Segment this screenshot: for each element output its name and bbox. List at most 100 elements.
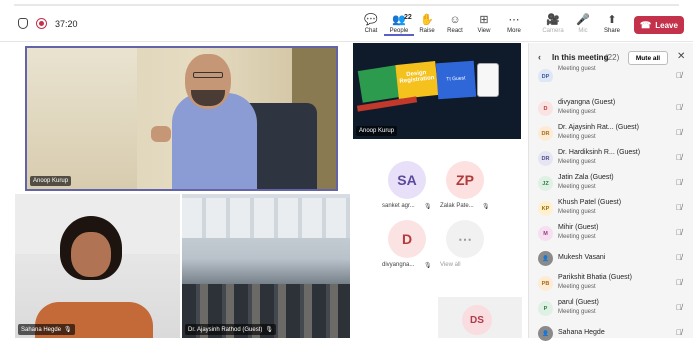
participant-name: Mukesh Vasani [558, 254, 606, 261]
mic-off-icon: 🎙 [424, 263, 432, 269]
window-top-strip [0, 0, 693, 10]
mic-off-icon: 🎙̸ [676, 278, 682, 287]
main-speaker-nametag: Anoop Kurup [30, 176, 72, 186]
participant-row[interactable]: M Mihir (Guest) Meeting guest 🎙̸ [529, 221, 693, 246]
participant-row[interactable]: PB Parikshit Bhatia (Guest) Meeting guest 🎙… [529, 271, 693, 296]
back-chevron-icon[interactable]: ‹ [538, 52, 541, 62]
shared-screen-tile[interactable]: Design Registration Tt Guest Anoop Kurup [353, 43, 521, 139]
bottom-participant-tile[interactable]: DS [438, 297, 522, 338]
mic-off-icon: 🎙 [424, 204, 432, 210]
meeting-toolbar: 37:20 💬 Chat 👥 22 People ✋ Raise ☺ React ⊞ View ⋯ Mo… [0, 10, 693, 42]
people-count-badge: 22 [404, 14, 412, 21]
participant-name: Khush Patel (Guest) [558, 199, 622, 206]
participant-row[interactable]: DP Meeting guest 🎙̸ [529, 64, 693, 82]
toolbar-people-button[interactable]: 👥 22 People [384, 13, 414, 36]
ajaysinh-nametag: Dr. Ajaysinh Rathod (Guest) 🎙 [185, 324, 276, 335]
participant-avatar: KP [538, 201, 553, 216]
slide-card-guest: Tt Guest [435, 60, 477, 100]
raise-hand-icon: ✋ [420, 14, 434, 26]
participant-count: (22) [605, 53, 620, 62]
toolbar-react-button[interactable]: ☺ React [440, 13, 470, 34]
participant-avatar: PB [538, 276, 553, 291]
participant-row[interactable]: DR Dr. Hardiksinh R... (Guest) Meeting gue… [529, 146, 693, 171]
close-icon[interactable]: ✕ [677, 51, 685, 62]
mic-off-icon: 🎙̸ [676, 228, 682, 237]
participant-name: Jatin Zala (Guest) [558, 174, 614, 181]
view-all-button[interactable]: ⋯ [446, 220, 484, 258]
shared-screen-nametag: Anoop Kurup [356, 126, 398, 136]
mic-off-icon: 🎙̸ [676, 203, 682, 212]
shield-icon [18, 18, 28, 29]
participant-avatar: DR [538, 126, 553, 141]
person-icon: 👤 [538, 326, 553, 341]
toolbar-mic-label: Mic [578, 28, 588, 34]
toolbar-chat-label: Chat [364, 28, 378, 34]
mic-off-icon: 🎙̸ [676, 128, 682, 137]
toolbar-view-label: View [477, 28, 491, 34]
sahana-hegde-video[interactable]: Sahana Hegde 🎙 [15, 194, 180, 338]
participants-panel: ‹ In this meeting (22) Mute all ✕ DP Meet… [528, 43, 693, 341]
meeting-stage: Anoop Kurup Design Registration Tt Guest… [0, 43, 525, 338]
toolbar-raise-button[interactable]: ✋ Raise [412, 13, 442, 34]
participant-name: Dr. Ajaysinh Rat... (Guest) [558, 124, 639, 131]
view-icon: ⊞ [479, 14, 489, 26]
participant-avatar[interactable]: D [388, 220, 426, 258]
toolbar-raise-label: Raise [419, 28, 435, 34]
toolbar-more-button[interactable]: ⋯ More [499, 13, 529, 34]
main-speaker-video[interactable]: Anoop Kurup [25, 46, 338, 191]
participant-avatar[interactable]: ZP [446, 161, 484, 199]
more-icon: ⋯ [508, 14, 520, 26]
participant-name: divyangna (Guest) [558, 99, 616, 106]
phone-hangup-icon: ☎ [640, 19, 652, 30]
participant-avatar: DR [538, 151, 553, 166]
participant-role: Meeting guest [558, 284, 596, 290]
participant-role: Meeting guest [558, 66, 596, 72]
mic-off-icon: 🎙̸ [676, 303, 682, 312]
panel-title: In this meeting [552, 53, 609, 62]
mic-off-icon: 🎙̸ [676, 328, 682, 337]
participant-name: Dr. Hardiksinh R... (Guest) [558, 149, 641, 156]
participant-role: Meeting guest [558, 134, 596, 140]
participant-name: Sahana Hegde [558, 329, 605, 336]
mute-all-button[interactable]: Mute all [628, 51, 668, 65]
participant-row[interactable]: Pparul (Guest) Meeting guest 🎙̸ [529, 296, 693, 321]
mic-off-icon: 🎙̸ [676, 253, 682, 262]
chat-icon: 💬 [364, 14, 378, 26]
main-speaker-name: Anoop Kurup [33, 178, 69, 184]
participant-row[interactable]: 👤 Sahana Hegde 🎙̸ [529, 321, 693, 346]
toolbar-chat-button[interactable]: 💬 Chat [356, 13, 386, 34]
participant-avatar[interactable]: SA [388, 161, 426, 199]
participant-row[interactable]: KP Khush Patel (Guest) Meeting guest 🎙̸ [529, 196, 693, 221]
leave-button[interactable]: ☎ Leave [634, 16, 684, 34]
participant-role: Meeting guest [558, 109, 596, 115]
toolbar-camera-button[interactable]: 🎥 Camera [538, 13, 568, 34]
mic-off-icon: 🎙 [482, 204, 490, 210]
toolbar-camera-label: Camera [542, 28, 564, 34]
participant-avatar-label: sanket agr... [382, 203, 415, 209]
participant-row[interactable]: DR Dr. Ajaysinh Rat... (Guest) Meeting gue… [529, 121, 693, 146]
toolbar-mic-button[interactable]: 🎤 Mic [568, 13, 598, 34]
person-icon: 👤 [538, 251, 553, 266]
toolbar-more-label: More [507, 28, 521, 34]
participant-avatar: DP [538, 69, 553, 82]
ajaysinh-rathod-video[interactable]: Dr. Ajaysinh Rathod (Guest) 🎙 [182, 194, 350, 338]
participant-role: Meeting guest [558, 159, 596, 165]
camera-off-icon: 🎥 [546, 14, 560, 26]
meeting-timer: 37:20 [55, 18, 78, 29]
sahana-name: Sahana Hegde [21, 326, 62, 333]
participant-role: Meeting guest [558, 209, 596, 215]
participant-row[interactable]: Ddivyangna (Guest) Meeting guest 🎙̸ [529, 96, 693, 121]
participant-avatar: JZ [538, 176, 553, 191]
participant-avatar: D [538, 101, 553, 116]
participant-name: Parikshit Bhatia (Guest) [558, 274, 632, 281]
participant-row[interactable]: 👤 Mukesh Vasani 🎙̸ [529, 246, 693, 271]
participant-avatar-label: View all [440, 262, 461, 268]
participant-row[interactable]: JZ Jatin Zala (Guest) Meeting guest 🎙̸ [529, 171, 693, 196]
toolbar-view-button[interactable]: ⊞ View [469, 13, 499, 34]
toolbar-share-button[interactable]: ⬆ Share [597, 13, 627, 34]
participant-avatar: M [538, 226, 553, 241]
recording-icon [36, 18, 47, 29]
mic-off-icon: 🎙̸ [676, 153, 682, 162]
mic-off-icon: 🎙 [64, 327, 72, 333]
ajaysinh-name: Dr. Ajaysinh Rathod (Guest) [188, 326, 263, 333]
